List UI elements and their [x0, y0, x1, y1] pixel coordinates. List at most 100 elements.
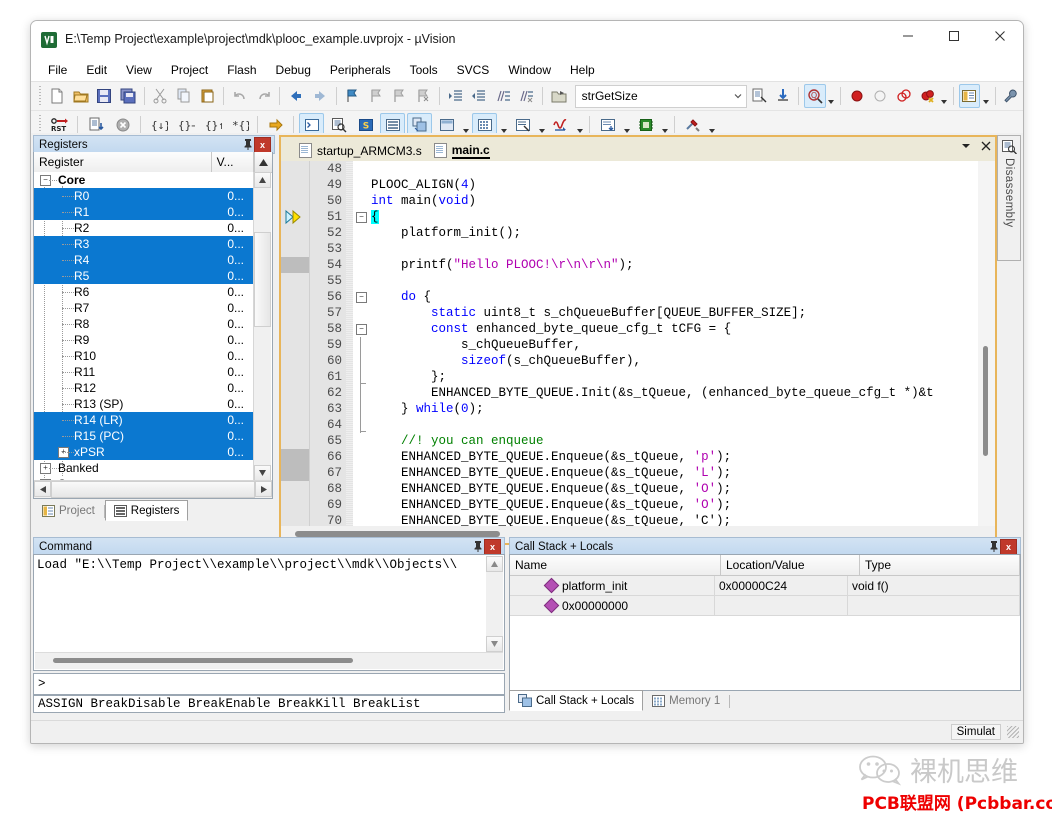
column-header-name[interactable]: Name — [510, 555, 721, 575]
paste-icon[interactable] — [197, 84, 219, 108]
command-input[interactable]: > — [33, 673, 505, 695]
editor-code-line[interactable]: ENHANCED_BYTE_QUEUE.Enqueue(&s_tQueue, '… — [371, 497, 977, 513]
call-stack-type-cell[interactable] — [848, 596, 1020, 616]
bookmark-toggle-icon[interactable] — [341, 84, 363, 108]
save-icon[interactable] — [93, 84, 115, 108]
editor-fold-cell[interactable] — [353, 417, 371, 433]
scroll-thumb[interactable] — [983, 346, 988, 456]
register-row[interactable]: R7 0... — [34, 300, 253, 316]
editor-fold-cell[interactable] — [353, 449, 371, 465]
undo-icon[interactable] — [229, 84, 251, 108]
scroll-thumb[interactable] — [51, 481, 255, 498]
pin-icon[interactable] — [986, 539, 1001, 553]
close-icon[interactable]: x — [254, 137, 271, 153]
editor-fold-cell[interactable] — [353, 241, 371, 257]
editor-code-area[interactable]: PLOOC_ALIGN(4) int main(void){ platform_i… — [371, 161, 977, 526]
copy-icon[interactable] — [173, 84, 195, 108]
call-stack-type-cell[interactable]: void f() — [848, 576, 1020, 596]
maximize-button[interactable] — [931, 21, 977, 51]
menu-debug[interactable]: Debug — [267, 61, 320, 79]
wrench-icon[interactable] — [1001, 84, 1023, 108]
scroll-thumb[interactable] — [53, 658, 353, 663]
editor-code-line[interactable]: PLOOC_ALIGN(4) — [371, 177, 977, 193]
column-header-location[interactable]: Location/Value — [721, 555, 860, 575]
register-value[interactable]: 0... — [227, 397, 244, 411]
editor-fold-cell[interactable] — [353, 161, 371, 177]
register-row[interactable]: R15 (PC) 0... — [34, 428, 253, 444]
register-value[interactable]: 0... — [227, 221, 244, 235]
toolbar-grip[interactable] — [38, 86, 43, 106]
editor-breakpoint-gutter[interactable] — [281, 161, 310, 526]
editor-fold-cell[interactable] — [353, 225, 371, 241]
register-row[interactable]: R13 (SP) 0... — [34, 396, 253, 412]
minimize-button[interactable] — [885, 21, 931, 51]
editor-code-line[interactable] — [371, 417, 977, 433]
command-output-area[interactable]: Load "E:\\Temp Project\\example\\project… — [33, 554, 505, 671]
register-row[interactable]: R1 0... — [34, 204, 253, 220]
disassembly-dock-tab[interactable]: Disassembly — [997, 135, 1021, 261]
editor-code-line[interactable]: platform_init(); — [371, 225, 977, 241]
menu-view[interactable]: View — [117, 61, 161, 79]
register-value[interactable]: 0... — [227, 285, 244, 299]
register-value[interactable]: 0... — [227, 189, 244, 203]
register-row[interactable]: R0 0... — [34, 188, 253, 204]
browse-icon[interactable] — [548, 84, 570, 108]
editor-fold-cell[interactable] — [353, 257, 371, 273]
scroll-up-button[interactable] — [486, 556, 503, 572]
new-file-icon[interactable] — [46, 84, 68, 108]
redo-icon[interactable] — [253, 84, 275, 108]
fold-collapse-icon[interactable]: − — [356, 212, 367, 223]
register-row[interactable]: R2 0... — [34, 220, 253, 236]
sidebar-tab-registers[interactable]: Registers — [104, 500, 189, 521]
fold-collapse-icon[interactable]: − — [356, 324, 367, 335]
editor-tab-main-c[interactable]: main.c — [423, 140, 503, 161]
call-stack-row[interactable]: 0x00000000 — [510, 596, 1020, 616]
scroll-up-icon[interactable] — [253, 152, 272, 172]
close-icon[interactable]: x — [484, 539, 501, 555]
column-header-value[interactable]: V... — [211, 152, 254, 172]
call-stack-name-cell[interactable]: platform_init — [510, 576, 715, 596]
command-vertical-scrollbar[interactable] — [486, 556, 503, 652]
uncomment-icon[interactable] — [516, 84, 538, 108]
close-icon[interactable] — [980, 140, 992, 152]
call-stack-location-cell[interactable] — [715, 596, 848, 616]
scroll-left-button[interactable] — [34, 481, 51, 497]
open-file-icon[interactable] — [70, 84, 92, 108]
editor-code-line[interactable]: ENHANCED_BYTE_QUEUE.Enqueue(&s_tQueue, '… — [371, 465, 977, 481]
editor-fold-cell[interactable] — [353, 433, 371, 449]
editor-fold-cell[interactable] — [353, 193, 371, 209]
registers-row-list[interactable]: − Core R0 0... R1 0... R2 0... R3 0... R4 0... R5 0..… — [34, 172, 253, 481]
register-row[interactable]: + Banked — [34, 460, 253, 476]
register-value[interactable]: 0... — [227, 317, 244, 331]
register-value[interactable]: 0... — [227, 269, 244, 283]
bottom-tab-memory-1[interactable]: Memory 1 — [643, 690, 729, 711]
register-row[interactable]: R4 0... — [34, 252, 253, 268]
editor-gutter-marker[interactable] — [281, 257, 309, 273]
chevron-down-icon[interactable] — [729, 87, 746, 106]
outdent-icon[interactable] — [468, 84, 490, 108]
menu-edit[interactable]: Edit — [77, 61, 116, 79]
bookmark-list-icon[interactable] — [748, 84, 770, 108]
close-button[interactable] — [977, 21, 1023, 51]
bookmark-prev-icon[interactable] — [365, 84, 387, 108]
editor-code-line[interactable] — [371, 241, 977, 257]
register-value[interactable]: 0... — [227, 445, 244, 459]
editor-fold-cell[interactable] — [353, 401, 371, 417]
register-row[interactable]: R8 0... — [34, 316, 253, 332]
editor-code-line[interactable]: { — [371, 209, 977, 225]
registers-vertical-scrollbar[interactable] — [253, 172, 271, 481]
insert-include-icon[interactable] — [772, 84, 794, 108]
editor-code-line[interactable]: do { — [371, 289, 977, 305]
editor-code-line[interactable]: ENHANCED_BYTE_QUEUE.Enqueue(&s_tQueue, '… — [371, 449, 977, 465]
column-header-register[interactable]: Register — [34, 152, 212, 172]
editor-fold-cell[interactable] — [353, 465, 371, 481]
indent-icon[interactable] — [445, 84, 467, 108]
editor-fold-cell[interactable] — [353, 385, 371, 401]
register-value[interactable]: 0... — [227, 429, 244, 443]
bottom-tab-call-stack[interactable]: Call Stack + Locals — [509, 690, 644, 711]
editor-fold-cell[interactable] — [353, 497, 371, 513]
editor-folding-gutter[interactable]: − − − — [353, 161, 371, 526]
scroll-thumb[interactable] — [254, 232, 271, 327]
editor-gutter-marker[interactable] — [281, 449, 309, 465]
windows-dropdown-arrow[interactable] — [981, 82, 990, 110]
